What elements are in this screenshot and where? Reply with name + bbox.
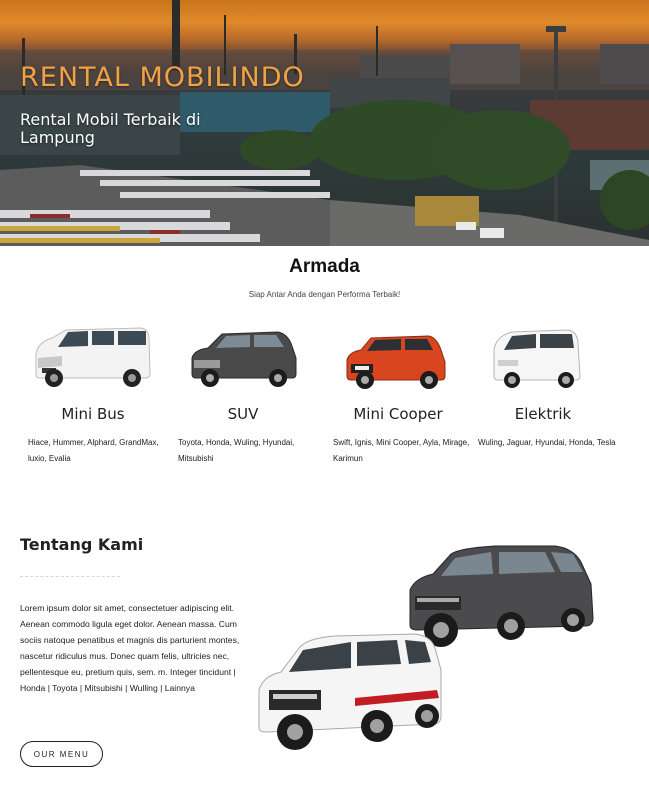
fleet-desc: Toyota, Honda, Wuling, Hyundai, Mitsubis… xyxy=(178,438,295,463)
fleet-list: Mini Bus Hiace, Hummer, Alphard, GrandMa… xyxy=(18,320,638,480)
tentang-body: Lorem ipsum dolor sit amet, consectetuer… xyxy=(20,603,240,693)
minibus-image xyxy=(35,327,151,387)
electric-car-image xyxy=(493,329,581,388)
divider xyxy=(20,576,120,577)
fleet-name: Mini Cooper xyxy=(353,405,443,423)
fleet-name: Elektrik xyxy=(514,405,572,423)
fleet-item-suv[interactable]: SUV Toyota, Honda, Wuling, Hyundai, Mits… xyxy=(168,320,318,467)
our-menu-button[interactable]: OUR MENU xyxy=(20,741,103,767)
fleet-name: SUV xyxy=(227,405,259,423)
tentang-cars-image xyxy=(258,545,594,750)
fleet-desc: Wuling, Jaguar, Hyundai, Honda, Tesla xyxy=(478,438,616,447)
fleet-desc: Swift, Ignis, Mini Cooper, Ayla, Mirage,… xyxy=(333,438,470,463)
hero-subtitle: Rental Mobil Terbaik di Lampung xyxy=(20,110,201,147)
fleet-item-elektrik[interactable]: Elektrik Wuling, Jaguar, Hyundai, Honda,… xyxy=(468,320,618,451)
armada-title: Armada xyxy=(289,256,360,277)
hero-title: RENTAL MOBILINDO xyxy=(20,62,305,93)
tentang-title: Tentang Kami xyxy=(20,535,144,554)
armada-subtitle: Siap Antar Anda dengan Performa Terbaik! xyxy=(248,290,401,299)
hero-banner: RENTAL MOBILINDO Rental Mobil Terbaik di… xyxy=(0,0,649,246)
fleet-desc: Hiace, Hummer, Alphard, GrandMax, luxio,… xyxy=(28,438,159,463)
mini-car-image xyxy=(346,335,446,389)
suv-image xyxy=(191,331,297,387)
fleet-item-mini-cooper[interactable]: Mini Cooper Swift, Ignis, Mini Cooper, A… xyxy=(323,320,473,467)
fleet-name: Mini Bus xyxy=(61,405,125,423)
fleet-item-minibus[interactable]: Mini Bus Hiace, Hummer, Alphard, GrandMa… xyxy=(18,320,168,467)
